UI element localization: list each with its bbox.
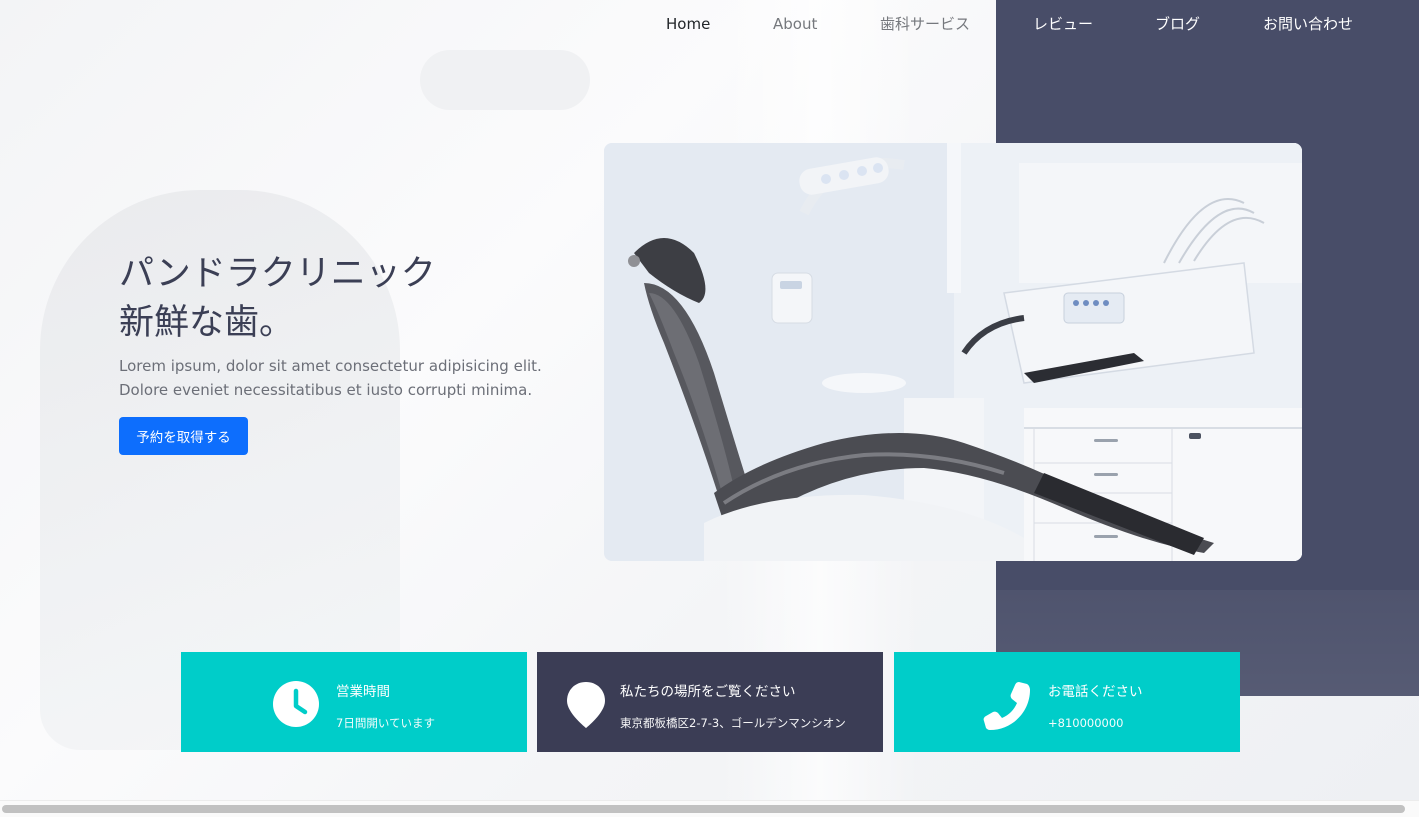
hero-title-line1: パンドラクリニック xyxy=(119,254,436,294)
location-address: 東京都板橋区2-7-3、ゴールデンマンシオン xyxy=(620,716,846,730)
hero-description: Lorem ipsum, dolor sit amet consectetur … xyxy=(119,354,559,402)
nav-dental-services[interactable]: 歯科サービス xyxy=(880,14,970,34)
nav-blog[interactable]: ブログ xyxy=(1155,14,1200,34)
dental-chair-image xyxy=(604,143,1302,561)
phone-number[interactable]: +810000000 xyxy=(1048,715,1124,731)
book-appointment-button[interactable]: 予約を取得する xyxy=(119,417,248,455)
phone-icon xyxy=(983,680,1033,730)
hero-title: パンドラクリニック 新鮮な歯。 xyxy=(119,250,559,348)
hours-title: 営業時間 xyxy=(336,684,390,700)
nav-home[interactable]: Home xyxy=(666,14,710,34)
scrollbar-thumb[interactable] xyxy=(2,805,1405,813)
clock-icon xyxy=(272,680,322,730)
location-title: 私たちの場所をご覧ください xyxy=(620,684,796,700)
phone-card: お電話ください +810000000 xyxy=(894,652,1240,752)
phone-title: お電話ください xyxy=(1048,684,1143,700)
nav-about[interactable]: About xyxy=(773,14,817,34)
hero-title-line2: 新鮮な歯。 xyxy=(119,303,295,343)
hero-text-line2: Dolore eveniet necessitatibus et iusto c… xyxy=(119,381,533,399)
hours-card: 営業時間 7日間開いています xyxy=(181,652,527,752)
location-card: 私たちの場所をご覧ください 東京都板橋区2-7-3、ゴールデンマンシオン xyxy=(537,652,883,752)
nav-reviews[interactable]: レビュー xyxy=(1033,14,1093,34)
map-pin-icon xyxy=(566,680,616,730)
background-lamp xyxy=(420,50,590,110)
hours-subtitle: 7日間開いています xyxy=(336,716,435,730)
nav-contact[interactable]: お問い合わせ xyxy=(1263,14,1353,34)
main-nav: Home About 歯科サービス レビュー ブログ お問い合わせ xyxy=(0,0,1419,50)
hero-text-line1: Lorem ipsum, dolor sit amet consectetur … xyxy=(119,357,542,375)
